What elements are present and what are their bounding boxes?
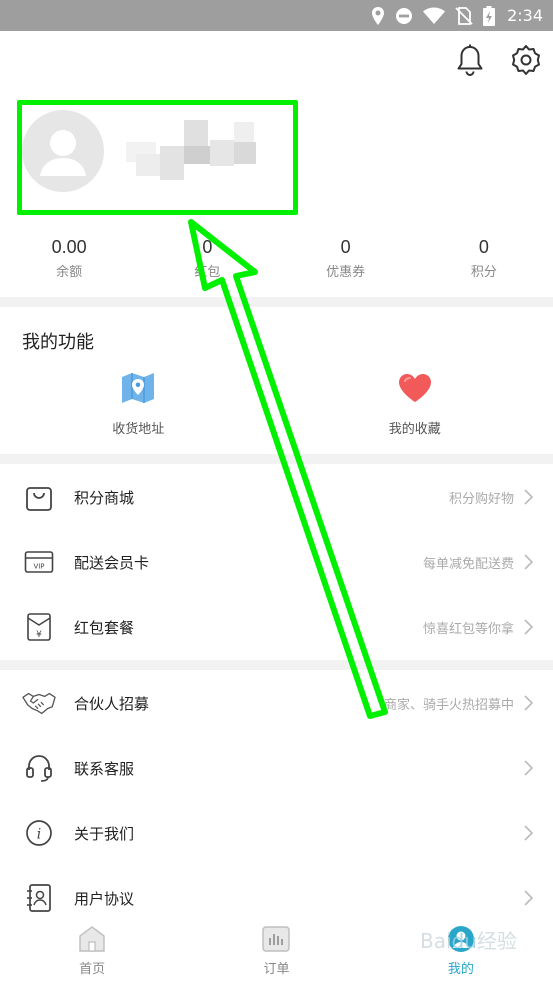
svg-text:¥: ¥ — [36, 630, 42, 640]
bottom-tab-bar: 首页 订单 我的 — [0, 918, 553, 983]
info-icon: i — [22, 816, 56, 850]
chevron-right-icon — [524, 695, 534, 711]
stat-points[interactable]: 0 积分 — [415, 236, 553, 284]
menu-item-label: 红包套餐 — [74, 619, 135, 637]
stat-coupons[interactable]: 0 优惠券 — [277, 236, 415, 284]
chevron-right-icon — [524, 489, 534, 505]
svg-text:VIP: VIP — [33, 563, 44, 571]
function-label: 我的收藏 — [388, 421, 441, 436]
function-label: 收货地址 — [112, 421, 165, 436]
stat-balance[interactable]: 0.00 余额 — [0, 236, 138, 284]
stat-value: 0 — [202, 237, 213, 257]
menu-item-label: 联系客服 — [74, 760, 135, 778]
tab-home[interactable]: 首页 — [0, 918, 184, 983]
status-bar: 2:34 — [0, 0, 553, 31]
menu-item-label: 关于我们 — [74, 825, 135, 843]
tab-orders[interactable]: 订单 — [184, 918, 368, 983]
stat-value: 0 — [478, 237, 489, 257]
menu-item-hint: 积分购好物 — [448, 490, 514, 506]
section-divider — [0, 297, 553, 307]
stat-label: 积分 — [470, 264, 497, 279]
map-pin-icon — [118, 368, 158, 408]
stat-red-packet[interactable]: 0 红包 — [138, 236, 276, 284]
tab-mine[interactable]: 我的 — [369, 918, 553, 983]
menu-item-vip-card[interactable]: VIP 配送会员卡 每单减免配送费 — [0, 530, 553, 594]
chevron-right-icon — [524, 760, 534, 776]
menu-item-label: 积分商城 — [74, 489, 135, 507]
tab-label: 首页 — [79, 961, 106, 976]
section-divider — [0, 454, 553, 464]
stat-label: 红包 — [194, 264, 221, 279]
stat-value: 0 — [340, 237, 351, 257]
menu-item-hint: 商家、骑手火热招募中 — [383, 696, 514, 712]
menu-item-partner-recruit[interactable]: 合伙人招募 商家、骑手火热招募中 — [0, 671, 553, 735]
menu-item-customer-service[interactable]: 联系客服 — [0, 736, 553, 800]
chevron-right-icon — [524, 825, 534, 841]
stat-value: 0.00 — [51, 237, 87, 257]
svg-text:i: i — [37, 827, 41, 843]
shopping-bag-icon — [22, 480, 56, 514]
menu-item-label: 合伙人招募 — [74, 695, 150, 713]
vip-card-icon: VIP — [22, 545, 56, 579]
status-time: 2:34 — [507, 6, 543, 25]
account-stats: 0.00 余额 0 红包 0 优惠券 0 积分 — [0, 236, 553, 284]
menu-item-red-packet-bundle[interactable]: ¥ 红包套餐 惊喜红包等你拿 — [0, 595, 553, 659]
settings-gear-icon[interactable] — [509, 42, 543, 78]
headset-icon — [22, 751, 56, 785]
menu-item-label: 配送会员卡 — [74, 554, 150, 572]
menu-item-points-mall[interactable]: 积分商城 积分购好物 — [0, 465, 553, 529]
wifi-icon — [423, 7, 446, 24]
contact-book-icon — [22, 881, 56, 915]
bell-icon[interactable] — [453, 42, 487, 78]
menu-item-about-us[interactable]: i 关于我们 — [0, 801, 553, 865]
menu-item-label: 用户协议 — [74, 890, 135, 908]
orders-chart-icon — [261, 924, 291, 954]
stat-label: 余额 — [56, 264, 83, 279]
chevron-right-icon — [524, 554, 534, 570]
blurred-username — [126, 120, 256, 182]
avatar[interactable] — [22, 110, 104, 192]
chevron-right-icon — [524, 619, 534, 635]
profile-icon — [446, 924, 476, 954]
do-not-disturb-icon — [396, 7, 413, 24]
default-avatar-icon — [40, 130, 86, 176]
handshake-icon — [22, 686, 56, 720]
top-actions — [453, 42, 543, 78]
heart-icon — [395, 368, 435, 408]
location-icon — [372, 6, 385, 25]
my-functions: 收货地址 我的收藏 — [0, 368, 553, 446]
function-favorites[interactable]: 我的收藏 — [277, 368, 553, 446]
my-functions-title: 我的功能 — [22, 332, 94, 352]
menu-item-hint: 每单减免配送费 — [422, 555, 514, 571]
tab-label: 我的 — [447, 961, 474, 976]
home-icon — [77, 924, 107, 954]
no-sim-icon — [455, 6, 473, 25]
section-divider — [0, 660, 553, 670]
stat-label: 优惠券 — [326, 264, 366, 279]
red-envelope-icon: ¥ — [22, 610, 56, 644]
function-address[interactable]: 收货地址 — [0, 368, 277, 446]
profile-header[interactable] — [22, 108, 292, 208]
menu-item-hint: 惊喜红包等你拿 — [422, 620, 514, 636]
chevron-right-icon — [524, 890, 534, 906]
tab-label: 订单 — [263, 961, 290, 976]
battery-charging-icon — [483, 5, 496, 26]
